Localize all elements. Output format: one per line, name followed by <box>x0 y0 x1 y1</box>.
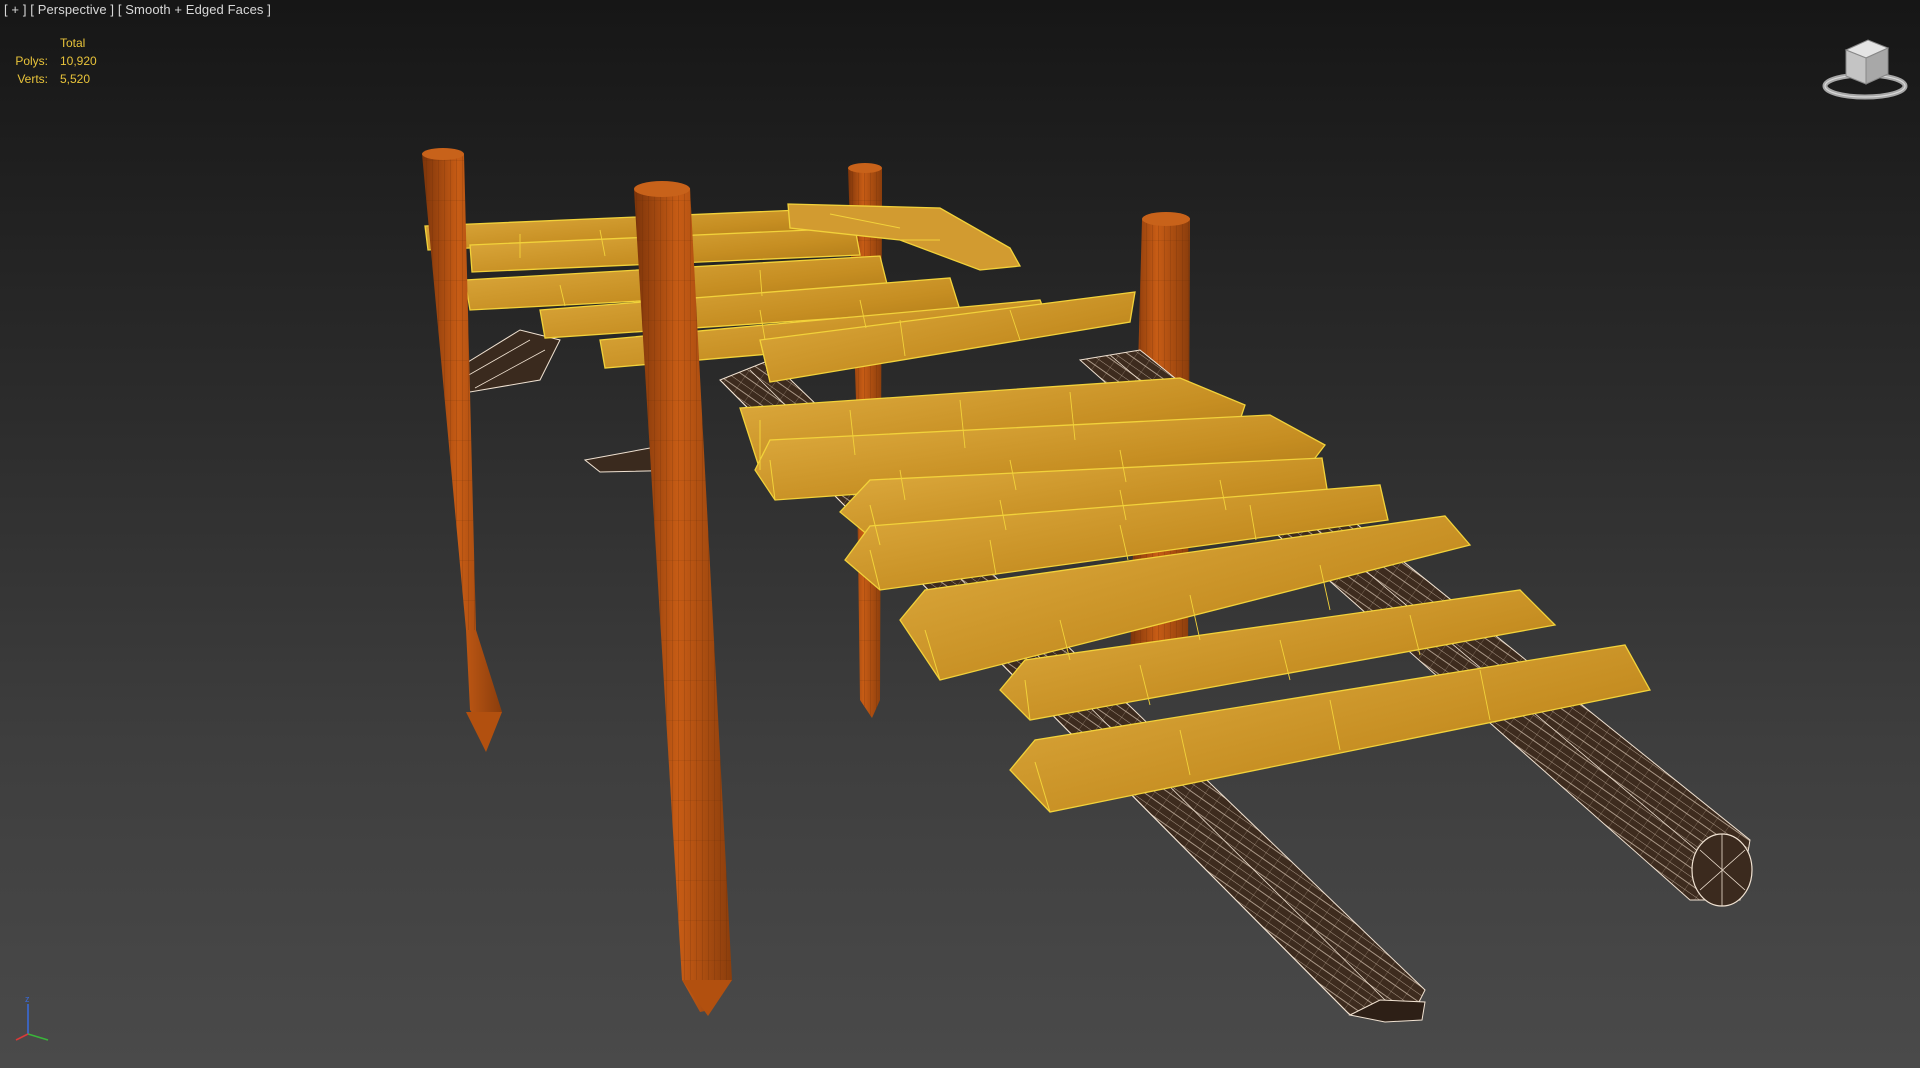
viewcube-icon[interactable] <box>1822 36 1908 102</box>
viewport-menu-general[interactable]: [ + ] <box>4 2 27 17</box>
stats-verts-label: Verts: <box>17 72 48 86</box>
statistics-overlay: Total Polys: 10,920 Verts: 5,520 <box>12 34 97 88</box>
stats-header: Total <box>60 36 86 50</box>
viewport-scene[interactable] <box>0 0 1920 1068</box>
stats-polys-row: Polys: 10,920 <box>12 52 97 70</box>
viewport-label: [ + ] [ Perspective ] [ Smooth + Edged F… <box>4 2 271 17</box>
viewport-menu-shading[interactable]: [ Smooth + Edged Faces ] <box>118 2 271 17</box>
stats-polys-value: 10,920 <box>60 54 97 68</box>
stats-polys-label: Polys: <box>15 54 48 68</box>
axis-tripod-icon: z <box>14 990 54 1050</box>
stats-verts-row: Verts: 5,520 <box>12 70 97 88</box>
viewport-menu-point-of-view[interactable]: [ Perspective ] <box>30 2 114 17</box>
stats-verts-value: 5,520 <box>60 72 91 86</box>
axis-z-label: z <box>25 994 30 1004</box>
